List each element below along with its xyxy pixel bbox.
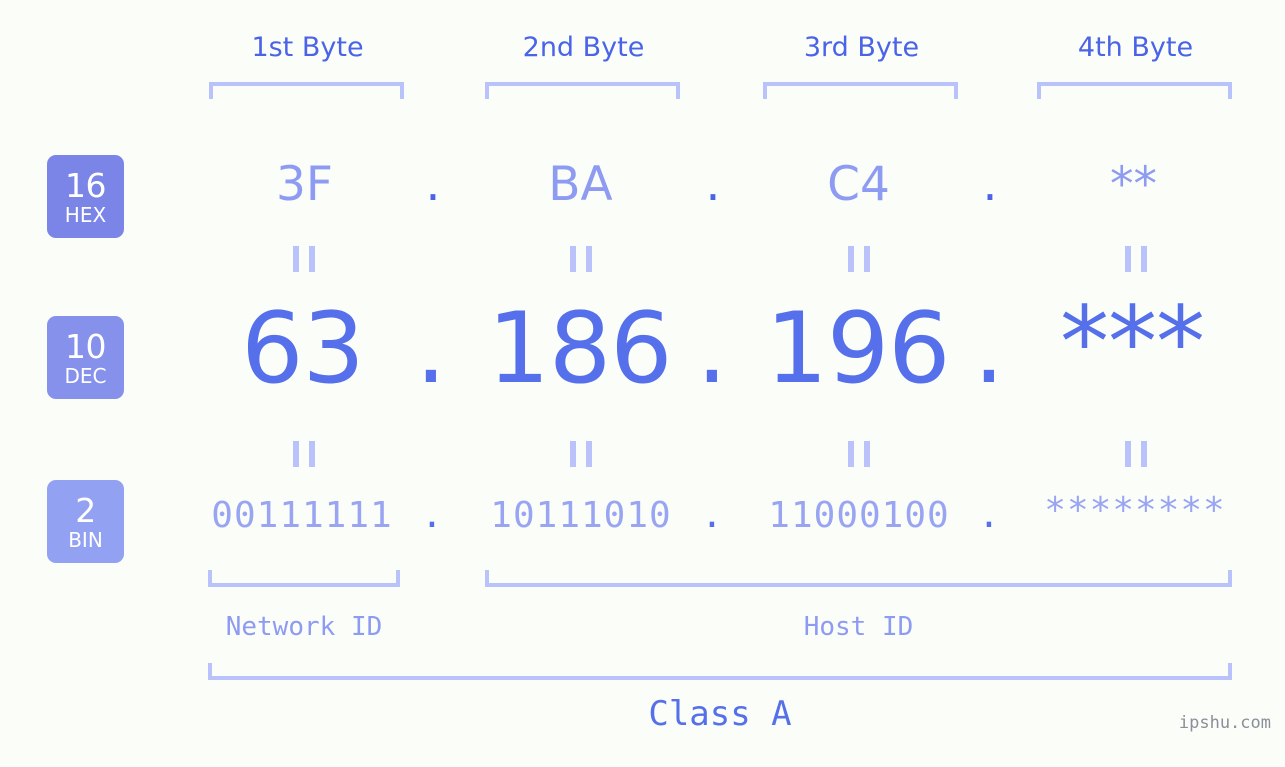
ip-address-breakdown-diagram: 1st Byte 2nd Byte 3rd Byte 4th Byte 16 H… (0, 0, 1285, 767)
radix-badge-hex-number: 16 (65, 165, 107, 205)
radix-badge-bin-number: 2 (75, 490, 96, 530)
radix-badge-bin: 2 BIN (47, 480, 124, 563)
dec-byte-2: 186 (487, 292, 672, 406)
equals-connector-hex-dec-1 (293, 246, 315, 272)
radix-badge-dec-label: DEC (64, 363, 107, 388)
dec-byte-4: *** (1060, 286, 1205, 400)
dec-byte-1: 63 (241, 292, 365, 406)
equals-connector-dec-bin-2 (570, 441, 592, 467)
byte-header-2: 2nd Byte (522, 32, 645, 63)
network-id-label: Network ID (225, 612, 383, 642)
dec-separator-3: . (973, 292, 1005, 406)
hex-separator-3: . (982, 157, 998, 212)
equals-connector-dec-bin-4 (1125, 441, 1147, 467)
radix-badge-hex: 16 HEX (47, 155, 124, 238)
equals-connector-dec-bin-3 (848, 441, 870, 467)
bin-separator-1: . (421, 495, 443, 536)
byte-header-1: 1st Byte (251, 32, 364, 63)
byte-bracket-top-4 (1037, 82, 1232, 99)
equals-connector-hex-dec-2 (570, 246, 592, 272)
class-bracket (208, 663, 1232, 680)
equals-connector-hex-dec-4 (1125, 246, 1147, 272)
network-id-bracket (208, 570, 400, 587)
host-id-label: Host ID (803, 612, 914, 642)
bin-byte-3: 11000100 (768, 495, 950, 536)
hex-separator-1: . (425, 157, 441, 212)
bin-byte-2: 10111010 (490, 495, 672, 536)
dec-separator-1: . (415, 292, 447, 406)
hex-byte-2: BA (548, 157, 613, 212)
dec-separator-2: . (696, 292, 728, 406)
hex-byte-3: C4 (827, 157, 890, 212)
hex-separator-2: . (705, 157, 721, 212)
class-label: Class A (648, 694, 792, 734)
byte-bracket-top-2 (485, 82, 680, 99)
host-id-bracket (485, 570, 1232, 587)
site-watermark: ipshu.com (1178, 713, 1271, 733)
bin-byte-4: ******** (1044, 490, 1226, 531)
dec-byte-3: 196 (765, 292, 950, 406)
radix-badge-dec-number: 10 (65, 326, 107, 366)
hex-byte-1: 3F (276, 157, 333, 212)
hex-byte-4: ** (1110, 157, 1157, 212)
bin-separator-3: . (978, 495, 1000, 536)
bin-separator-2: . (701, 495, 723, 536)
radix-badge-dec: 10 DEC (47, 316, 124, 399)
radix-badge-bin-label: BIN (68, 527, 103, 552)
radix-badge-hex-label: HEX (64, 202, 107, 227)
byte-bracket-top-3 (763, 82, 958, 99)
bin-byte-1: 00111111 (211, 495, 393, 536)
equals-connector-hex-dec-3 (848, 246, 870, 272)
byte-header-4: 4th Byte (1077, 32, 1194, 63)
equals-connector-dec-bin-1 (293, 441, 315, 467)
byte-header-3: 3rd Byte (803, 32, 920, 63)
byte-bracket-top-1 (209, 82, 404, 99)
